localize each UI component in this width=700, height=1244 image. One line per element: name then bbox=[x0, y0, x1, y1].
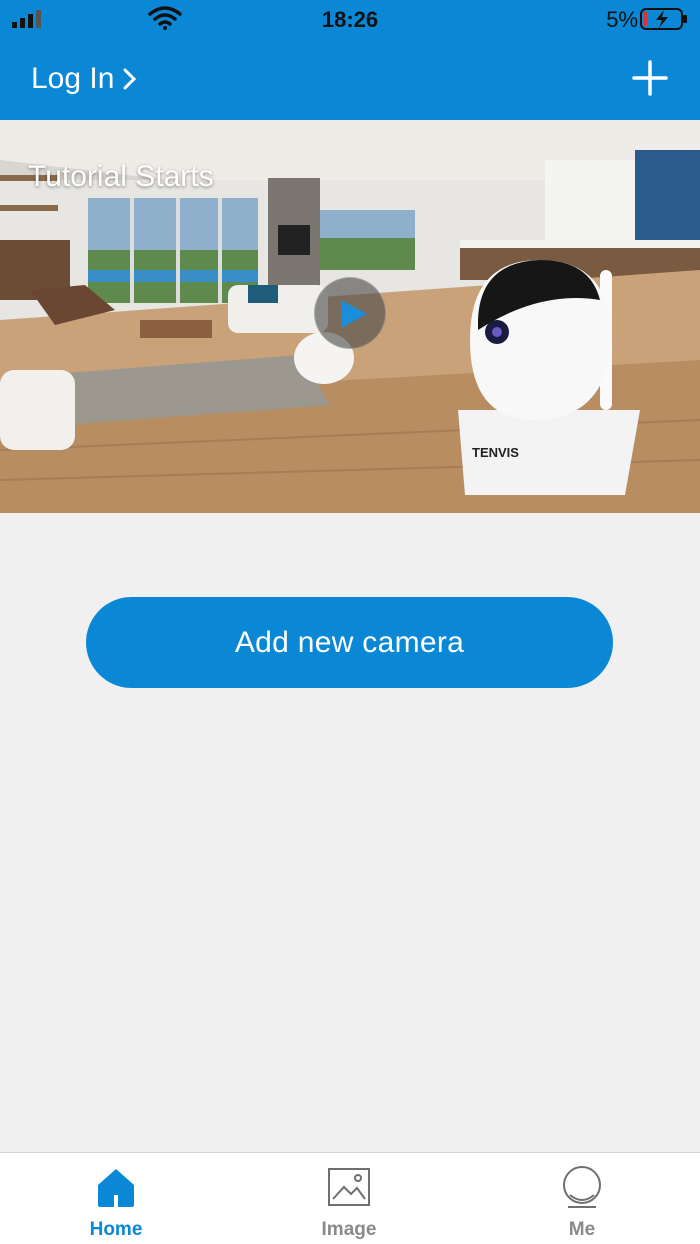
chevron-right-icon bbox=[123, 68, 137, 90]
tab-home[interactable]: Home bbox=[46, 1153, 186, 1244]
status-time: 18:26 bbox=[321, 7, 379, 32]
tutorial-banner[interactable]: TENVIS Tutorial Starts bbox=[0, 120, 700, 513]
battery-percentage: 5% bbox=[606, 7, 638, 32]
image-icon bbox=[328, 1168, 370, 1206]
status-bar: 18:26 5% bbox=[0, 0, 700, 40]
bottom-tab-bar: Home Image Me bbox=[0, 1152, 700, 1244]
play-icon bbox=[341, 300, 367, 328]
tab-me[interactable]: Me bbox=[512, 1153, 652, 1244]
tutorial-title: Tutorial Starts bbox=[28, 160, 214, 193]
camera-brand-text: TENVIS bbox=[472, 445, 519, 460]
login-link[interactable]: Log In bbox=[31, 62, 138, 96]
plus-icon[interactable] bbox=[632, 60, 668, 96]
home-icon bbox=[98, 1169, 134, 1207]
tab-image[interactable]: Image bbox=[279, 1153, 419, 1244]
battery-charging-icon bbox=[640, 8, 687, 30]
play-button[interactable] bbox=[314, 277, 386, 349]
tab-me-label: Me bbox=[568, 1219, 596, 1240]
user-icon bbox=[563, 1166, 601, 1208]
tab-image-label: Image bbox=[321, 1219, 377, 1240]
tab-home-label: Home bbox=[89, 1219, 143, 1240]
navigation-bar: Log In bbox=[0, 40, 700, 120]
add-new-camera-button[interactable]: Add new camera bbox=[86, 597, 613, 688]
login-label: Log In bbox=[31, 62, 115, 95]
